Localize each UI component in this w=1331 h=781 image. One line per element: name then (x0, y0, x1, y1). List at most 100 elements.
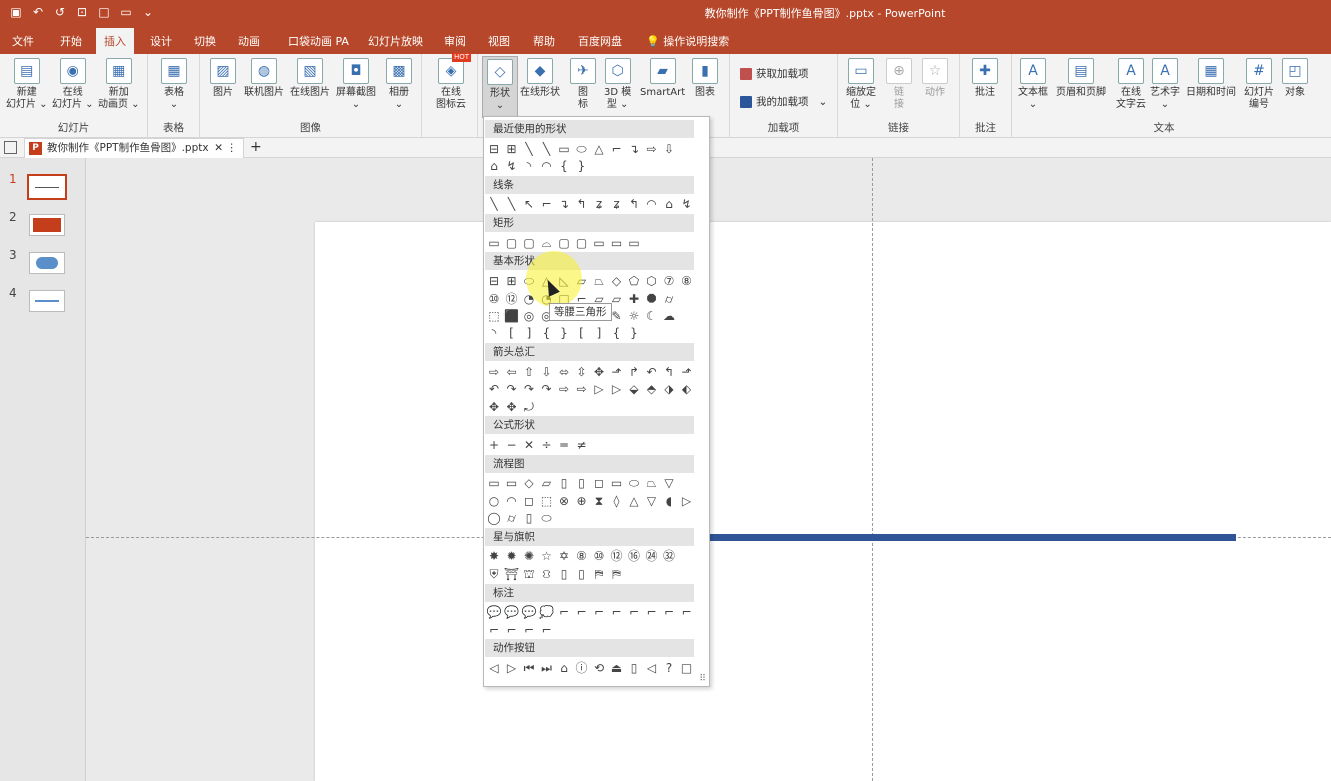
slide-thumbnail-3[interactable] (29, 252, 65, 274)
shape-item[interactable]: ⌐ (679, 604, 695, 620)
shape-item[interactable]: ◠ (504, 493, 520, 509)
screenshot-button[interactable]: ◘ 屏幕截图 ⌄ (336, 58, 376, 111)
shape-item[interactable]: ◠ (539, 158, 555, 174)
shape-item[interactable]: ☾ (644, 308, 660, 324)
zoom-button[interactable]: ▭ 缩放定 位 ⌄ (846, 58, 876, 111)
shape-item[interactable]: ╲ (539, 141, 555, 157)
shape-item[interactable]: 💬 (486, 604, 502, 620)
resize-grip-icon[interactable]: ⠿ (699, 674, 706, 684)
shape-item[interactable]: ↶ (486, 381, 502, 397)
shape-item[interactable]: ʑ (591, 196, 607, 212)
shape-item[interactable]: ☼ (626, 308, 642, 324)
shape-row[interactable]: ✸ ✹ ✺ ☆ ✡ ⑧ ⑩ ⑫ ⑯ ㉔㉜ (486, 548, 698, 564)
tab-home[interactable]: 开始 (60, 33, 82, 49)
shape-item[interactable]: ⬠ (626, 273, 642, 289)
shape-item[interactable]: ⛿ (609, 566, 625, 582)
shape-item[interactable]: ◠ (644, 196, 660, 212)
tell-me-search[interactable]: 💡 操作说明搜索 (646, 33, 729, 49)
blue-line-shape[interactable] (710, 534, 1236, 541)
comment-button[interactable]: ✚ 批注 (972, 58, 998, 99)
shape-row[interactable]: ╲ ╲ ↖ ⌐ ↴ ↰ ʑ ʑ ↰ ◠ ⌂ ↯ (486, 196, 698, 212)
shape-item[interactable]: ⌐ (539, 622, 555, 638)
document-tab[interactable]: P 教你制作《PPT制作鱼骨图》.pptx ✕ ⋮ (24, 138, 244, 158)
shape-item[interactable]: ⏏ (609, 660, 625, 676)
shape-item[interactable]: □ (679, 660, 695, 676)
shape-row[interactable]: ◁ ▷ ⏮ ⏭ ⌂ ⓘ ⟲ ⏏ ▯ ◁? □ (486, 660, 698, 676)
icons-button[interactable]: ✈ 图 标 (570, 58, 596, 111)
slide-number-button[interactable]: # 幻灯片 编号 (1244, 58, 1274, 111)
shape-item[interactable]: ⌐ (609, 141, 625, 157)
new-animation-page-button[interactable]: ▦ 新加 动画页 ⌄ (98, 58, 140, 111)
shape-item[interactable]: ⧗ (591, 493, 607, 509)
shape-item[interactable]: ◝ (521, 158, 537, 174)
tab-transitions[interactable]: 切换 (194, 33, 216, 49)
shape-item[interactable]: ⬚ (539, 493, 555, 509)
header-footer-button[interactable]: ▤ 页眉和页脚 (1056, 58, 1106, 99)
shape-item[interactable]: ◖ (661, 493, 677, 509)
tab-pocket-animation[interactable]: 口袋动画 PA (288, 33, 349, 49)
shape-item[interactable]: ╲ (504, 196, 520, 212)
shape-item[interactable]: ⌂ (556, 660, 572, 676)
get-addins-button[interactable]: 获取加载项 (740, 66, 809, 81)
shape-item[interactable]: ▷ (591, 381, 607, 397)
shape-item[interactable]: ⌭ (504, 510, 520, 526)
online-picture-button[interactable]: ◍ 联机图片 (244, 58, 284, 99)
shape-item[interactable]: ⊟ (486, 141, 502, 157)
shape-item[interactable]: ◻ (591, 475, 607, 491)
shape-item[interactable]: ⬘ (644, 381, 660, 397)
online-slide-button[interactable]: ◉ 在线 幻灯片 ⌄ (52, 58, 94, 111)
shape-item[interactable]: ↱ (626, 364, 642, 380)
shape-item[interactable]: ▯ (556, 475, 572, 491)
shape-row[interactable]: ⌐ ⌐ ⌐ ⌐ (486, 622, 698, 638)
shape-item[interactable]: ⇳ (574, 364, 590, 380)
shape-item[interactable]: ⟲ (591, 660, 607, 676)
shape-item[interactable]: ▯ (626, 660, 642, 676)
new-file-icon[interactable]: □ (96, 4, 112, 20)
shape-item[interactable]: ✹ (504, 548, 520, 564)
tab-view[interactable]: 视图 (488, 33, 510, 49)
datetime-button[interactable]: ▦ 日期和时间 (1186, 58, 1236, 99)
shape-item[interactable]: ⌐ (539, 196, 555, 212)
shape-item[interactable]: ▱ (539, 475, 555, 491)
shape-item[interactable]: ↷ (504, 381, 520, 397)
shape-item[interactable]: ✺ (521, 548, 537, 564)
textbox-button[interactable]: A 文本框 ⌄ (1018, 58, 1048, 111)
shape-item[interactable]: △ (626, 493, 642, 509)
shape-item[interactable]: ☆ (539, 548, 555, 564)
shape-item[interactable]: ↰ (574, 196, 590, 212)
shape-item[interactable]: ⑦ (661, 273, 677, 289)
new-slide-button[interactable]: ▤ 新建 幻灯片 ⌄ (6, 58, 48, 111)
shape-item[interactable]: ▢ (556, 235, 572, 251)
shape-row[interactable]: + − ✕ ÷ ═ ≠ (486, 437, 698, 453)
slide-thumbnail-4[interactable] (29, 290, 65, 312)
shape-row[interactable]: ▭ ▢ ▢ ⌓ ▢ ▢ ▭ ▭ ▭ (486, 235, 698, 251)
shape-item[interactable]: ⑫ (504, 291, 520, 307)
shape-item[interactable]: ÷ (539, 437, 555, 453)
smartart-button[interactable]: ▰ SmartArt (640, 58, 685, 99)
shape-item[interactable]: ◁ (486, 660, 502, 676)
shape-item[interactable]: ◊ (609, 493, 625, 509)
shape-item[interactable]: ▯ (574, 475, 590, 491)
shape-item[interactable]: ㉜ (661, 548, 677, 564)
shape-item[interactable]: ? (661, 660, 677, 676)
shapes-button[interactable]: ◇ 形状 ⌄ (482, 56, 518, 118)
3d-models-button[interactable]: ⬡ 3D 模 型 ⌄ (604, 58, 631, 111)
shape-item[interactable]: ▯ (556, 566, 572, 582)
save-icon[interactable]: ▣ (8, 4, 24, 20)
shape-row[interactable]: ⛨ ⛩ ⛫ ⛻ ▯ ▯ ⛿ ⛿ (486, 566, 698, 582)
shape-item[interactable]: ʑ (609, 196, 625, 212)
shape-item[interactable]: ⌐ (521, 622, 537, 638)
tab-help[interactable]: 帮助 (533, 33, 555, 49)
open-icon[interactable]: ▭ (118, 4, 134, 20)
shape-item[interactable]: ✥ (486, 399, 502, 415)
vertical-guide[interactable] (872, 158, 873, 781)
shape-item[interactable]: + (486, 437, 502, 453)
action-button[interactable]: ☆ 动作 (922, 58, 948, 99)
outline-view-icon[interactable] (4, 141, 17, 154)
shape-item[interactable]: ◇ (609, 273, 625, 289)
my-addins-button[interactable]: 我的加载项 ⌄ (740, 94, 827, 109)
online-text-cloud-button[interactable]: A 在线 文字云 (1116, 58, 1146, 111)
shape-item[interactable]: ⛻ (539, 566, 555, 582)
wordart-button[interactable]: A 艺术字 ⌄ (1150, 58, 1180, 111)
shape-item[interactable]: ▭ (591, 235, 607, 251)
